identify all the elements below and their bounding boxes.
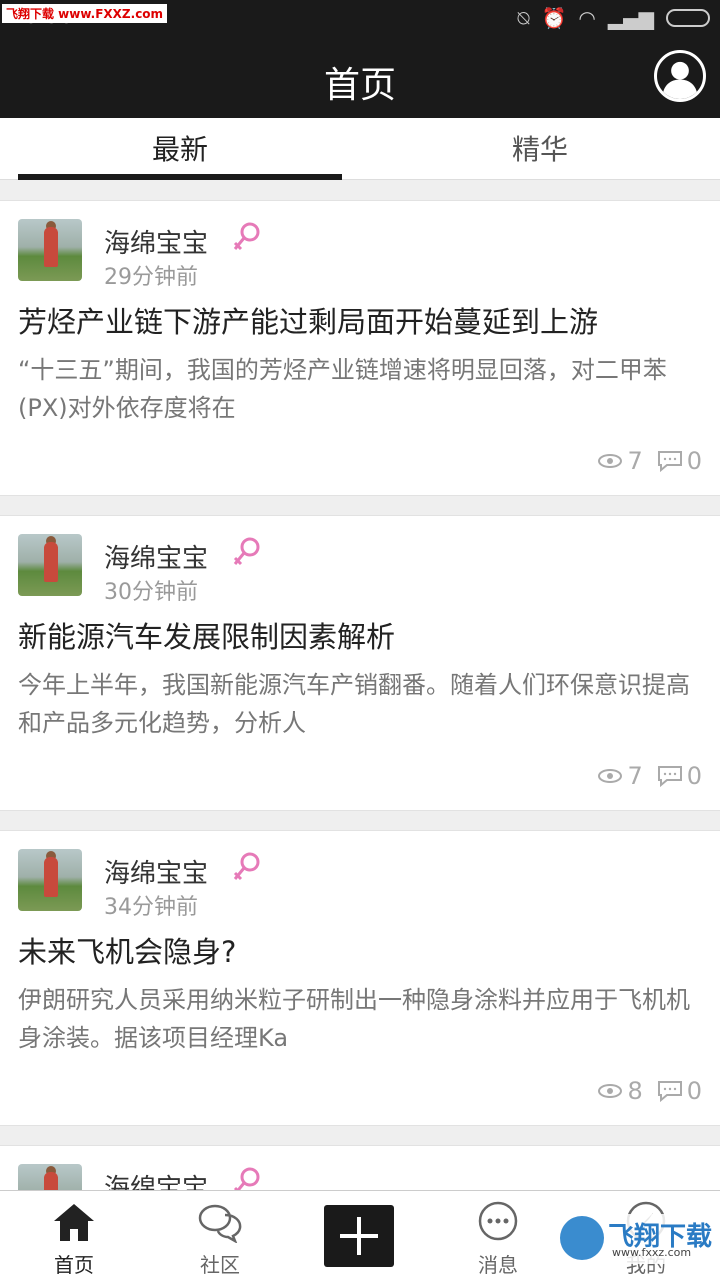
- comment-count: 0: [686, 447, 702, 475]
- plus-icon: [340, 1217, 378, 1255]
- status-icons: ⍉ ⏰ ◠ ▂▄▆: [517, 6, 710, 30]
- message-icon: [478, 1201, 518, 1241]
- status-bar: 10:30 飞翔下载 www.FXXZ.com ⍉ ⏰ ◠ ▂▄▆: [0, 0, 720, 38]
- comment-icon: [657, 766, 682, 787]
- post-stats: 8 0: [597, 1077, 702, 1105]
- signal-icon: ▂▄▆: [607, 6, 654, 30]
- comment-count: 0: [686, 762, 702, 790]
- title-bar: 首页: [0, 38, 720, 118]
- view-count: 7: [627, 447, 643, 475]
- nav-home-label: 首页: [54, 1253, 94, 1277]
- post-summary: 伊朗研究人员采用纳米粒子研制出一种隐身涂料并应用于飞机机身涂装。据该项目经理Ka: [18, 986, 690, 1052]
- nav-home[interactable]: 首页: [24, 1201, 124, 1278]
- author-avatar[interactable]: [18, 849, 82, 911]
- nav-community[interactable]: 社区: [170, 1201, 270, 1278]
- watermark-top: 飞翔下载 www.FXXZ.com: [2, 4, 168, 23]
- post-stats: 7 0: [597, 762, 702, 790]
- alarm-icon: ⏰: [541, 6, 567, 30]
- add-post-button[interactable]: [324, 1205, 394, 1267]
- post-card[interactable]: 海绵宝宝 34分钟前 未来飞机会隐身? 伊朗研究人员采用纳米粒子研制出一种隐身涂…: [0, 830, 720, 1126]
- view-count: 8: [627, 1077, 643, 1105]
- mute-alarm-icon: ⍉: [517, 6, 530, 30]
- chat-bubbles-icon: [198, 1204, 242, 1243]
- comment-count: 0: [686, 1077, 702, 1105]
- post-card[interactable]: 海绵宝宝 29分钟前 芳烃产业链下游产能过剩局面开始蔓延到上游 “十三五”期间，…: [0, 200, 720, 496]
- user-icon: [662, 61, 698, 99]
- home-icon: [54, 1204, 94, 1241]
- eye-icon: [598, 454, 623, 468]
- author-name: 海绵宝宝: [104, 229, 209, 259]
- post-time: 30分钟前: [104, 580, 198, 605]
- post-time: 34分钟前: [104, 895, 198, 920]
- view-count: 7: [627, 762, 643, 790]
- watermark-logo: 飞翔下载 www.fxxz.com: [556, 1214, 716, 1264]
- post-summary: 今年上半年，我国新能源汽车产销翻番。随着人们环保意识提高和产品多元化趋势，分析人: [18, 671, 690, 737]
- watermark-sub: www.fxxz.com: [612, 1246, 692, 1259]
- page-title: 首页: [323, 65, 396, 106]
- post-title[interactable]: 芳烃产业链下游产能过剩局面开始蔓延到上游: [18, 299, 708, 341]
- author-avatar[interactable]: [18, 534, 82, 596]
- author-name: 海绵宝宝: [104, 859, 209, 889]
- wifi-icon: ◠: [578, 6, 596, 30]
- post-time: 29分钟前: [104, 265, 198, 290]
- author-name: 海绵宝宝: [104, 544, 209, 574]
- post-stats: 7 0: [597, 447, 702, 475]
- tab-bar: 最新 精华: [0, 118, 720, 180]
- tab-latest[interactable]: 最新: [0, 128, 360, 168]
- tab-active-indicator: [18, 174, 342, 180]
- nav-messages-label: 消息: [478, 1253, 518, 1277]
- post-title[interactable]: 未来飞机会隐身?: [18, 929, 708, 971]
- female-icon: [233, 222, 260, 251]
- profile-avatar-button[interactable]: [654, 50, 706, 102]
- female-icon: [233, 852, 260, 881]
- eye-icon: [598, 1084, 623, 1098]
- nav-messages[interactable]: 消息: [448, 1201, 548, 1278]
- post-card[interactable]: 海绵宝宝 30分钟前 新能源汽车发展限制因素解析 今年上半年，我国新能源汽车产销…: [0, 515, 720, 811]
- comment-icon: [657, 451, 682, 472]
- battery-icon: [666, 9, 710, 27]
- author-avatar[interactable]: [18, 219, 82, 281]
- post-title[interactable]: 新能源汽车发展限制因素解析: [18, 614, 708, 656]
- watermark-logo-icon: [560, 1216, 604, 1260]
- tab-featured[interactable]: 精华: [360, 128, 720, 168]
- post-summary: “十三五”期间，我国的芳烃产业链增速将明显回落，对二甲苯(PX)对外依存度将在: [18, 356, 667, 422]
- female-icon: [233, 537, 260, 566]
- nav-community-label: 社区: [200, 1253, 240, 1277]
- eye-icon: [598, 769, 623, 783]
- comment-icon: [657, 1081, 682, 1102]
